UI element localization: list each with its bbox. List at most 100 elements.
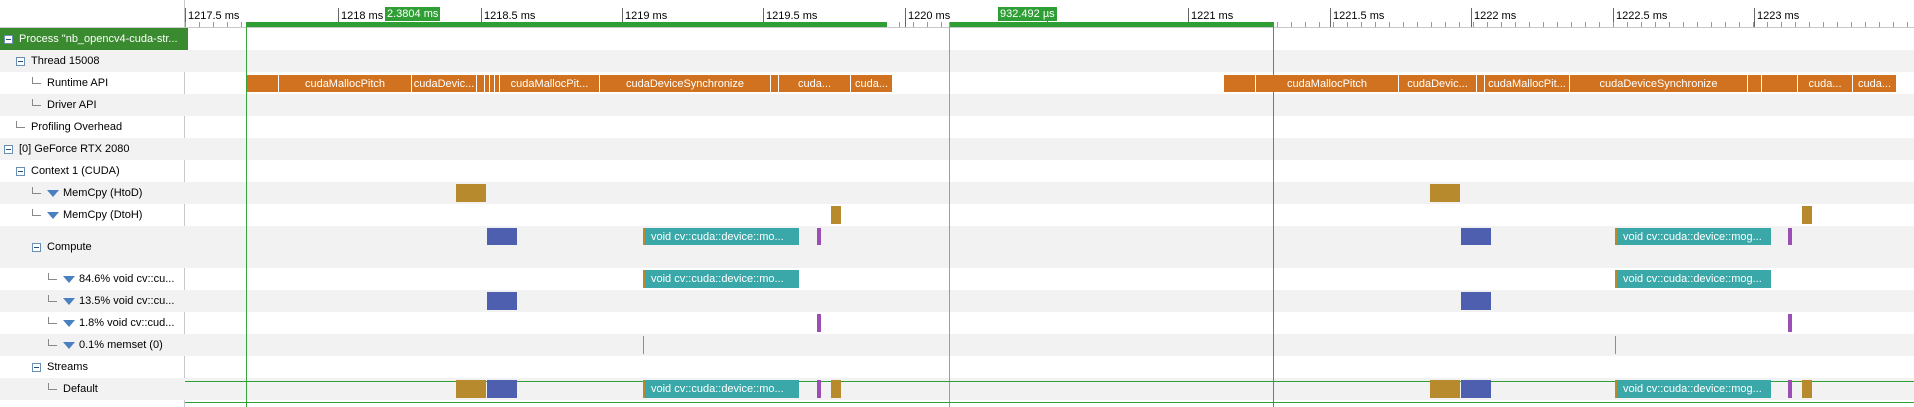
collapse-toggle-icon[interactable] <box>16 166 25 176</box>
kernel-event[interactable]: void cv::cuda::device::mog... <box>1615 228 1771 245</box>
tree-connector-icon <box>32 186 41 194</box>
timeline-row <box>185 50 1914 72</box>
ruler-tick-label: 1220 ms <box>908 10 951 22</box>
tree-row[interactable]: Thread 15008 <box>0 50 200 72</box>
tree-row[interactable]: Process "nb_opencv4-cuda-str... <box>0 28 188 50</box>
timeline-row <box>185 116 1914 138</box>
filter-icon[interactable] <box>63 341 75 349</box>
ruler-minor-tick <box>1837 22 1838 27</box>
stream-event[interactable] <box>487 380 517 398</box>
collapse-toggle-icon[interactable] <box>4 34 13 44</box>
memcpy-dtoh-event[interactable] <box>1802 206 1812 224</box>
tree-row[interactable]: MemCpy (HtoD) <box>0 182 216 204</box>
tree-header <box>0 0 184 28</box>
runtime-api-call[interactable]: cudaDeviceSynchronize <box>1570 75 1748 92</box>
tree-row-label: 13.5% void cv::cu... <box>79 295 175 307</box>
kernel-event[interactable] <box>487 292 517 310</box>
ruler-minor-tick <box>1487 22 1488 27</box>
stream-event[interactable] <box>817 380 821 398</box>
runtime-api-call[interactable]: cuda... <box>1798 75 1853 92</box>
kernel-event[interactable]: void cv::cuda::device::mo... <box>643 228 799 245</box>
runtime-api-call[interactable] <box>771 75 779 92</box>
kernel-event[interactable]: void cv::cuda::device::mog... <box>1615 270 1771 288</box>
tree-row-label: Default <box>63 383 98 395</box>
stream-event[interactable] <box>1430 380 1460 398</box>
runtime-api-call[interactable] <box>1224 75 1256 92</box>
kernel-event[interactable]: void cv::cuda::device::mo... <box>643 270 799 288</box>
tree-row-label: Compute <box>47 241 92 253</box>
ruler-minor-tick <box>1571 22 1572 27</box>
timeline-panel[interactable]: 1217.5 ms 1218 ms 1218.5 ms 1219 ms 1219.5 m… <box>185 0 1914 407</box>
runtime-api-call[interactable] <box>247 75 279 92</box>
kernel-event[interactable] <box>1788 228 1792 245</box>
tree-row[interactable]: Context 1 (CUDA) <box>0 160 200 182</box>
runtime-api-call[interactable] <box>1477 75 1485 92</box>
tree-row[interactable]: Profiling Overhead <box>0 116 200 138</box>
kernel-event[interactable] <box>1461 292 1491 310</box>
collapse-toggle-icon[interactable] <box>32 242 41 252</box>
tree-row[interactable]: MemCpy (DtoH) <box>0 204 216 226</box>
tree-row[interactable]: Compute <box>0 226 216 268</box>
ruler-tick-label: 1218.5 ms <box>484 10 536 22</box>
ruler-minor-tick <box>927 22 928 27</box>
runtime-api-call[interactable]: cudaMallocPit... <box>500 75 600 92</box>
time-ruler[interactable]: 1217.5 ms 1218 ms 1218.5 ms 1219 ms 1219.5 m… <box>185 0 1914 28</box>
kernel-event[interactable] <box>487 228 517 245</box>
kernel-event[interactable] <box>817 228 821 245</box>
memset-event[interactable] <box>1615 336 1616 354</box>
memset-event[interactable] <box>643 336 644 354</box>
runtime-api-call[interactable]: cuda... <box>1853 75 1897 92</box>
tree-row[interactable]: Streams <box>0 356 216 378</box>
ruler-minor-tick <box>1347 22 1348 27</box>
ruler-minor-tick <box>1473 22 1474 27</box>
runtime-api-call[interactable]: cuda... <box>779 75 851 92</box>
collapse-toggle-icon[interactable] <box>4 144 13 154</box>
filter-icon[interactable] <box>47 211 59 219</box>
filter-icon[interactable] <box>63 319 75 327</box>
stream-event[interactable] <box>456 380 486 398</box>
runtime-api-call[interactable]: cuda... <box>851 75 893 92</box>
selection-range[interactable] <box>246 22 887 27</box>
ruler-minor-tick <box>1389 22 1390 27</box>
memcpy-htod-event[interactable] <box>1430 184 1460 202</box>
ruler-minor-tick <box>1711 22 1712 27</box>
runtime-api-call[interactable] <box>477 75 485 92</box>
ruler-minor-tick <box>1893 22 1894 27</box>
ruler-minor-tick <box>1795 22 1796 27</box>
memcpy-htod-event[interactable] <box>456 184 486 202</box>
collapse-toggle-icon[interactable] <box>32 362 41 372</box>
ruler-minor-tick <box>1375 22 1376 27</box>
filter-icon[interactable] <box>63 297 75 305</box>
runtime-api-call[interactable]: cudaDevic... <box>412 75 477 92</box>
stream-event[interactable] <box>1802 380 1812 398</box>
tree-row[interactable]: Driver API <box>0 94 216 116</box>
tree-row-label: MemCpy (DtoH) <box>63 209 143 221</box>
timeline-row <box>185 312 1914 334</box>
ruler-minor-tick <box>1557 22 1558 27</box>
ruler-minor-tick <box>241 22 242 27</box>
runtime-api-call[interactable]: cudaMallocPit... <box>1485 75 1570 92</box>
tree-row-label: Streams <box>47 361 88 373</box>
kernel-event[interactable] <box>1788 314 1792 332</box>
stream-event[interactable]: void cv::cuda::device::mo... <box>643 380 799 398</box>
stream-event[interactable]: void cv::cuda::device::mog... <box>1615 380 1771 398</box>
selection-range[interactable] <box>949 22 1273 27</box>
filter-icon[interactable] <box>47 189 59 197</box>
runtime-api-call[interactable]: cudaMallocPitch <box>1256 75 1399 92</box>
selection-range-label: 2.3804 ms <box>385 7 441 21</box>
collapse-toggle-icon[interactable] <box>16 56 25 66</box>
tree-row[interactable]: Runtime API <box>0 72 216 94</box>
stream-event[interactable] <box>1461 380 1491 398</box>
stream-event[interactable] <box>1788 380 1792 398</box>
runtime-api-call[interactable]: cudaMallocPitch <box>279 75 412 92</box>
tree-row[interactable]: [0] GeForce RTX 2080 <box>0 138 188 160</box>
memcpy-dtoh-event[interactable] <box>831 206 841 224</box>
filter-icon[interactable] <box>63 275 75 283</box>
kernel-event[interactable] <box>1461 228 1491 245</box>
runtime-api-call[interactable]: cudaDeviceSynchronize <box>600 75 771 92</box>
kernel-event[interactable] <box>817 314 821 332</box>
runtime-api-call[interactable] <box>1748 75 1762 92</box>
stream-event[interactable] <box>831 380 841 398</box>
runtime-api-call[interactable]: cudaDevic... <box>1399 75 1477 92</box>
runtime-api-call[interactable] <box>1762 75 1798 92</box>
